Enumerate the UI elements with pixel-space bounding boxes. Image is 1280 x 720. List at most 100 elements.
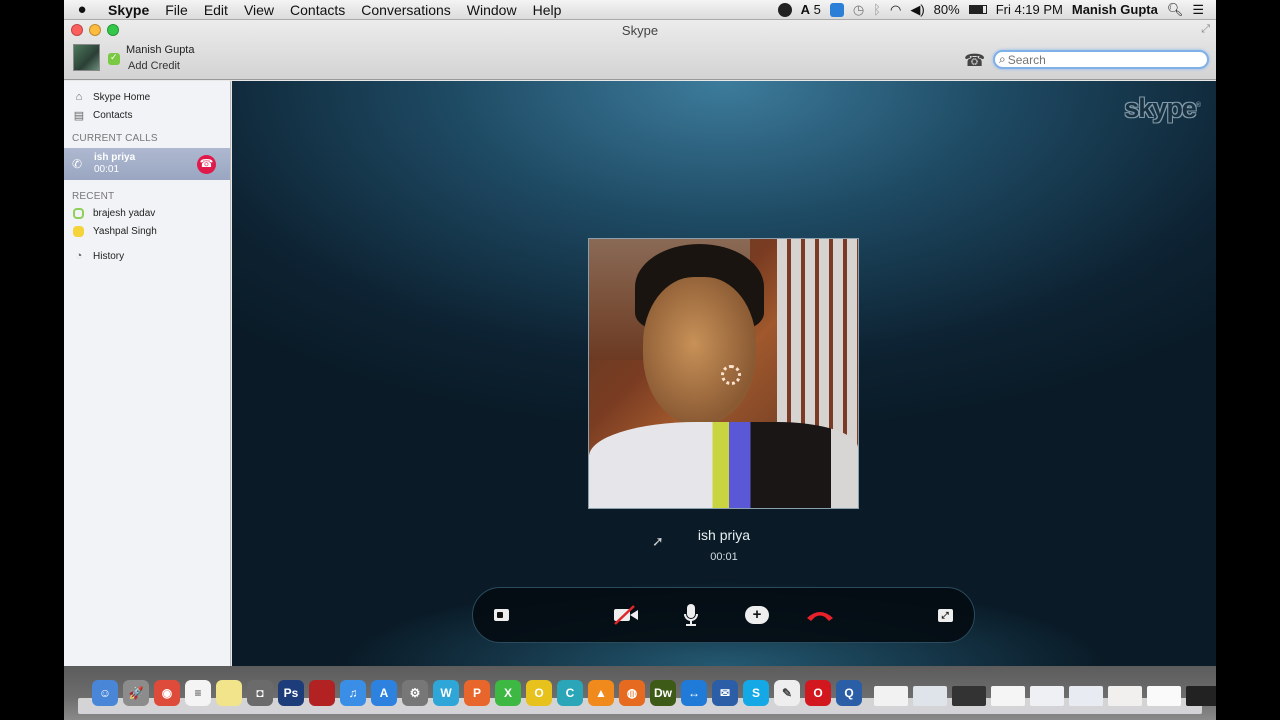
end-call-button[interactable] bbox=[804, 602, 836, 628]
contact-status-icon bbox=[73, 207, 84, 219]
video-toggle-button[interactable] bbox=[611, 602, 641, 628]
dock-reminders-icon[interactable]: ≡ bbox=[185, 680, 211, 706]
battery-percent[interactable]: 80% bbox=[934, 2, 960, 17]
menu-file[interactable]: File bbox=[157, 2, 196, 18]
dock-word-icon[interactable]: W bbox=[433, 680, 459, 706]
search-icon: ⌕ bbox=[999, 52, 1006, 66]
sidebar-item-contacts[interactable]: ▤ Contacts bbox=[64, 106, 230, 124]
menu-contacts[interactable]: Contacts bbox=[282, 2, 353, 18]
title-bar: Skype ⤢ Manish Gupta Add Credit ☎ ⌕ bbox=[64, 20, 1216, 80]
dock-excel-icon[interactable]: X bbox=[495, 680, 521, 706]
desktop: ● Skype File Edit View Contacts Conversa… bbox=[64, 0, 1216, 720]
add-credit-link[interactable]: Add Credit bbox=[128, 60, 194, 72]
adobe-badge: 5 bbox=[813, 2, 821, 17]
fullscreen-arrows-icon[interactable]: ⤢ bbox=[1201, 23, 1210, 36]
menu-window[interactable]: Window bbox=[459, 2, 525, 18]
caller-name: ish priya bbox=[697, 527, 751, 543]
apple-menu-icon[interactable]: ● bbox=[64, 1, 100, 18]
dock-photoshop-window-icon[interactable] bbox=[952, 686, 986, 706]
dock-finder-icon[interactable]: ☺ bbox=[92, 680, 118, 706]
dock-dreamweaver-icon[interactable]: Dw bbox=[650, 680, 676, 706]
current-calls-heading: CURRENT CALLS bbox=[72, 133, 158, 144]
dock-itunes-icon[interactable]: ♫ bbox=[340, 680, 366, 706]
dock-photo-booth-icon[interactable] bbox=[309, 680, 335, 706]
time-machine-icon[interactable]: ◷ bbox=[853, 2, 864, 18]
dock-finder-window-icon[interactable] bbox=[1030, 686, 1064, 706]
end-call-icon bbox=[807, 612, 833, 621]
contacts-icon: ▤ bbox=[73, 109, 85, 122]
hang-up-button[interactable]: ☎ bbox=[197, 155, 216, 174]
profile-name[interactable]: Manish Gupta bbox=[126, 44, 194, 56]
mouse-cursor-icon: ➚ bbox=[652, 533, 664, 549]
search-input[interactable] bbox=[1007, 52, 1198, 67]
menu-app-name[interactable]: Skype bbox=[100, 2, 157, 18]
online-status-icon[interactable] bbox=[108, 52, 120, 65]
menu-view[interactable]: View bbox=[236, 2, 282, 18]
dock-textedit-window-icon[interactable] bbox=[1147, 686, 1181, 706]
sidebar-item-history[interactable]: ◔ History bbox=[64, 247, 230, 265]
recent-item-label: brajesh yadav bbox=[93, 207, 156, 219]
dock-chrome-icon[interactable]: ◉ bbox=[154, 680, 180, 706]
dock-firefox-icon[interactable]: ◍ bbox=[619, 680, 645, 706]
recent-item-yashpal-singh[interactable]: Yashpal Singh bbox=[64, 222, 230, 240]
dock-word-window-icon[interactable] bbox=[913, 686, 947, 706]
sidebar-item-label: History bbox=[93, 250, 125, 262]
menu-help[interactable]: Help bbox=[525, 2, 570, 18]
dock-vlc-window-icon[interactable] bbox=[1069, 686, 1103, 706]
dock-facetime-icon[interactable]: ◘ bbox=[247, 680, 273, 706]
current-call-item[interactable]: ✆ ish priya 00:01 ☎ bbox=[64, 148, 230, 180]
dock-communicator-icon[interactable]: C bbox=[557, 680, 583, 706]
recent-item-brajesh-yadav[interactable]: brajesh yadav bbox=[64, 204, 230, 222]
profile-section[interactable]: Manish Gupta Add Credit bbox=[73, 44, 194, 72]
share-screen-button[interactable] bbox=[491, 602, 511, 628]
dial-pad-icon[interactable]: ☎ bbox=[964, 51, 985, 71]
adobe-updater-icon[interactable]: A 5 bbox=[801, 2, 821, 17]
dock-icons: ☺ 🚀 ◉ ≡ ◘ Ps ♫ A ⚙ W P X O C ▲ ◍ Dw ↔ ✉ S ✎ O Q bbox=[92, 680, 1216, 706]
dock-outlook-icon[interactable]: O bbox=[526, 680, 552, 706]
bluetooth-icon[interactable]: ᛒ bbox=[873, 2, 881, 17]
window-title: Skype bbox=[621, 23, 659, 38]
checkmark-shield-icon[interactable] bbox=[777, 2, 792, 17]
add-to-call-button[interactable]: + bbox=[743, 602, 771, 628]
avatar[interactable] bbox=[73, 44, 100, 71]
dock-thunderbird-icon[interactable]: ✉ bbox=[712, 680, 738, 706]
dock-launchpad-icon[interactable]: 🚀 bbox=[123, 680, 149, 706]
dock-system-preferences-icon[interactable]: ⚙ bbox=[402, 680, 428, 706]
sidebar: ⌂ Skype Home ▤ Contacts CURRENT CALLS ✆ … bbox=[64, 81, 231, 666]
search-field[interactable]: ⌕ bbox=[993, 50, 1209, 69]
dock-vlc-icon[interactable]: ▲ bbox=[588, 680, 614, 706]
dock-quicktime-icon[interactable]: Q bbox=[836, 680, 862, 706]
dock-powerpoint-icon[interactable]: P bbox=[464, 680, 490, 706]
sidebar-item-skype-home[interactable]: ⌂ Skype Home bbox=[64, 88, 230, 106]
add-bubble-icon: + bbox=[745, 606, 769, 624]
dock-opera-window-icon[interactable] bbox=[991, 686, 1025, 706]
fullscreen-button[interactable]: ⤢ bbox=[935, 602, 955, 628]
spotlight-icon[interactable]: 🔍︎ bbox=[1167, 2, 1184, 18]
microphone-icon bbox=[684, 604, 698, 626]
volume-icon[interactable]: ◀) bbox=[910, 2, 924, 18]
notification-center-icon[interactable]: ☰ bbox=[1192, 2, 1204, 18]
dock-photoshop-icon[interactable]: Ps bbox=[278, 680, 304, 706]
call-duration: 00:01 bbox=[710, 551, 738, 563]
dock-stickies-icon[interactable] bbox=[216, 680, 242, 706]
battery-icon[interactable] bbox=[968, 5, 987, 14]
mute-button[interactable] bbox=[680, 602, 702, 628]
menu-conversations[interactable]: Conversations bbox=[353, 2, 459, 18]
dock-skype-icon[interactable]: S bbox=[743, 680, 769, 706]
dock-teamviewer-icon[interactable]: ↔ bbox=[681, 680, 707, 706]
loading-spinner-icon bbox=[721, 365, 741, 385]
teamviewer-icon[interactable] bbox=[829, 2, 844, 17]
dock-opera-icon[interactable]: O bbox=[805, 680, 831, 706]
menu-edit[interactable]: Edit bbox=[196, 2, 236, 18]
dock-textedit-icon[interactable]: ✎ bbox=[774, 680, 800, 706]
remote-video[interactable] bbox=[588, 238, 859, 509]
clock[interactable]: Fri 4:19 PM bbox=[996, 2, 1063, 17]
menu-bar: ● Skype File Edit View Contacts Conversa… bbox=[64, 0, 1216, 20]
user-menu[interactable]: Manish Gupta bbox=[1072, 2, 1158, 17]
contact-status-icon bbox=[73, 225, 84, 237]
dock-chrome-window-icon[interactable] bbox=[1108, 686, 1142, 706]
wifi-icon[interactable]: ◠ bbox=[890, 2, 901, 18]
dock-app-store-icon[interactable]: A bbox=[371, 680, 397, 706]
dock-document-icon[interactable] bbox=[874, 686, 908, 706]
dock-quicktime-window-icon[interactable] bbox=[1186, 686, 1216, 706]
